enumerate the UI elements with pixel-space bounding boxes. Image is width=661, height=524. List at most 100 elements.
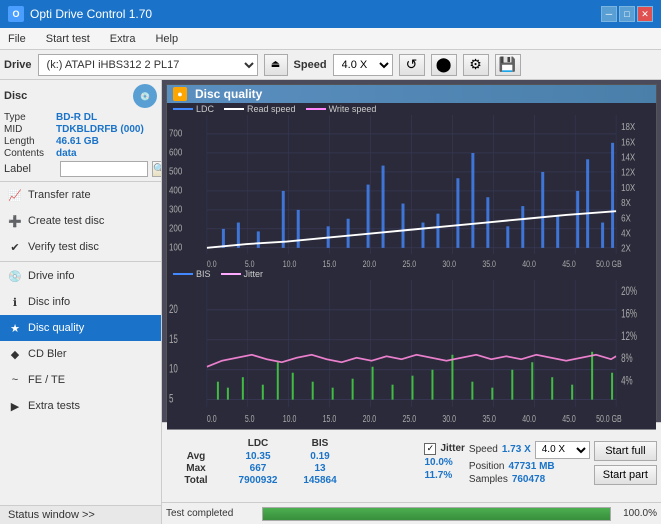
stats-total-label: Total (166, 475, 226, 486)
sidebar-item-disc-info-label: Disc info (28, 296, 70, 308)
maximize-button[interactable]: □ (619, 6, 635, 22)
settings-button[interactable]: ⚙ (463, 54, 489, 76)
eject-button[interactable]: ⏏ (264, 54, 288, 76)
sidebar-item-disc-info[interactable]: ℹ Disc info (0, 289, 161, 315)
stats-header-bis: BIS (290, 438, 350, 449)
stats-max-ldc: 667 (228, 463, 288, 474)
sidebar-item-disc-quality[interactable]: ★ Disc quality (0, 315, 161, 341)
stats-total-row: Total 7900932 145864 (166, 475, 420, 486)
create-test-disc-icon: ➕ (8, 214, 22, 228)
save-button[interactable]: 💾 (495, 54, 521, 76)
status-window-label: Status window >> (8, 509, 95, 521)
menu-help[interactable]: Help (151, 32, 182, 46)
svg-text:5.0: 5.0 (245, 413, 255, 425)
record-button[interactable]: ⬤ (431, 54, 457, 76)
disc-label-row: Label 🔍 (4, 161, 157, 177)
speed-dropdown[interactable]: 4.0 X (535, 441, 590, 459)
menu-start-test[interactable]: Start test (42, 32, 94, 46)
upper-chart-svg: 700 600 500 400 300 200 100 18X 16X 14X … (167, 115, 656, 279)
close-button[interactable]: ✕ (637, 6, 653, 22)
menu-extra[interactable]: Extra (106, 32, 140, 46)
sidebar-item-create-test-disc[interactable]: ➕ Create test disc (0, 208, 161, 234)
title-bar-left: O Opti Drive Control 1.70 (8, 6, 152, 22)
buttons-section: Start full Start part (594, 425, 657, 500)
svg-text:40.0: 40.0 (522, 413, 536, 425)
jitter-header-row: ✓ Jitter (424, 443, 464, 455)
samples-row: Samples 760478 (469, 474, 590, 485)
refresh-button[interactable]: ↺ (399, 54, 425, 76)
cd-bler-icon: ◆ (8, 347, 22, 361)
app-icon: O (8, 6, 24, 22)
sidebar-item-disc-quality-label: Disc quality (28, 322, 84, 334)
position-row: Position 47731 MB (469, 461, 590, 472)
svg-text:2X: 2X (621, 243, 631, 254)
stats-avg-row: Avg 10.35 0.19 (166, 451, 420, 462)
svg-text:12%: 12% (621, 331, 637, 344)
sidebar-item-cd-bler[interactable]: ◆ CD Bler (0, 341, 161, 367)
sidebar-item-cd-bler-label: CD Bler (28, 348, 67, 360)
legend-read-speed: Read speed (224, 104, 296, 114)
legend-ldc: LDC (173, 104, 214, 114)
sidebar-item-fe-te-label: FE / TE (28, 374, 65, 386)
status-text: Test completed (166, 508, 256, 519)
lower-chart: BIS Jitter (167, 268, 656, 419)
jitter-checkbox[interactable]: ✓ (424, 443, 436, 455)
minimize-button[interactable]: ─ (601, 6, 617, 22)
svg-text:16X: 16X (621, 136, 635, 147)
stats-header-ldc: LDC (228, 438, 288, 449)
legend-ldc-label: LDC (196, 104, 214, 114)
disc-label-btn[interactable]: 🔍 (152, 161, 162, 177)
sidebar-item-fe-te[interactable]: ~ FE / TE (0, 367, 161, 393)
speed-label-text: Speed (469, 444, 498, 455)
svg-text:0.0: 0.0 (207, 413, 217, 425)
status-window-bar[interactable]: Status window >> (0, 505, 161, 524)
disc-quality-icon: ★ (8, 321, 22, 335)
disc-panel: Disc 💿 Type BD-R DL MID TDKBLDRFB (000) … (0, 80, 161, 182)
disc-type-row: Type BD-R DL (4, 112, 157, 123)
jitter-max-row: 11.7% (424, 470, 464, 481)
disc-contents-value: data (56, 148, 77, 159)
svg-text:400: 400 (169, 185, 182, 196)
transfer-rate-icon: 📈 (8, 188, 22, 202)
stats-max-bis: 13 (290, 463, 350, 474)
svg-text:25.0: 25.0 (403, 413, 417, 425)
stats-avg-label: Avg (166, 451, 226, 462)
sidebar-item-verify-test-disc[interactable]: ✔ Verify test disc (0, 234, 161, 260)
disc-mid-value: TDKBLDRFB (000) (56, 124, 144, 135)
svg-text:10X: 10X (621, 182, 635, 193)
disc-length-row: Length 46.61 GB (4, 136, 157, 147)
progress-text: 100.0% (617, 508, 657, 519)
samples-label: Samples (469, 474, 508, 485)
sidebar-item-create-test-disc-label: Create test disc (28, 215, 104, 227)
svg-text:45.0: 45.0 (562, 413, 576, 425)
svg-text:50.0 GB: 50.0 GB (596, 413, 622, 425)
svg-text:14X: 14X (621, 152, 635, 163)
speed-select[interactable]: 4.0 X (333, 54, 393, 76)
jitter-avg-value: 10.0% (424, 457, 452, 468)
stats-max-label: Max (166, 463, 226, 474)
menu-file[interactable]: File (4, 32, 30, 46)
jitter-avg-row: 10.0% (424, 457, 464, 468)
drive-select[interactable]: (k:) ATAPI iHBS312 2 PL17 (38, 54, 258, 76)
sidebar-item-transfer-rate[interactable]: 📈 Transfer rate (0, 182, 161, 208)
progress-bar-outer (262, 507, 611, 521)
drive-bar: Drive (k:) ATAPI iHBS312 2 PL17 ⏏ Speed … (0, 50, 661, 80)
menu-bar: File Start test Extra Help (0, 28, 661, 50)
legend-jitter-label: Jitter (244, 269, 264, 279)
jitter-max-value: 11.7% (424, 470, 452, 481)
disc-icon: 💿 (133, 84, 157, 108)
extra-tests-icon: ▶ (8, 399, 22, 413)
sidebar-item-extra-tests[interactable]: ▶ Extra tests (0, 393, 161, 419)
sidebar-item-drive-info[interactable]: 💿 Drive info (0, 263, 161, 289)
legend-read-speed-label: Read speed (247, 104, 296, 114)
svg-text:10.0: 10.0 (283, 413, 297, 425)
app-title: Opti Drive Control 1.70 (30, 7, 152, 21)
start-part-button[interactable]: Start part (594, 465, 657, 485)
position-label: Position (469, 461, 505, 472)
disc-panel-header: Disc 💿 (4, 84, 157, 108)
svg-text:200: 200 (169, 223, 182, 234)
svg-text:35.0: 35.0 (482, 413, 496, 425)
disc-label-input[interactable] (60, 161, 148, 177)
content-area: ● Disc quality LDC Read speed (162, 80, 661, 524)
start-full-button[interactable]: Start full (594, 441, 657, 461)
